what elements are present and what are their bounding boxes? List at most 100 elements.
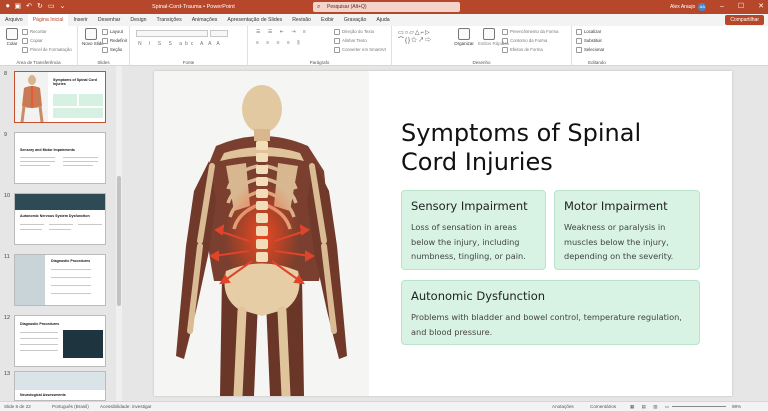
- language-indicator[interactable]: Português (Brasil): [52, 404, 89, 409]
- tab-inserir[interactable]: Inserir: [68, 14, 92, 26]
- zoom-level[interactable]: 98%: [732, 404, 741, 409]
- tab-gravacao[interactable]: Gravação: [339, 14, 372, 26]
- skeleton-image[interactable]: [154, 71, 369, 396]
- tab-pagina-inicial[interactable]: Página Inicial: [27, 13, 69, 27]
- slide-thumbnail[interactable]: Neurological Assessments: [14, 371, 106, 401]
- maximize-icon[interactable]: ☐: [738, 0, 744, 14]
- zoom-slider[interactable]: [672, 406, 726, 407]
- thumb-title: Symptoms of Spinal Cord Injuries: [53, 78, 97, 86]
- card-sensory[interactable]: Sensory Impairment Loss of sensation in …: [401, 190, 546, 270]
- thumb-line: [49, 224, 73, 225]
- comments-button[interactable]: Comentários: [590, 404, 616, 409]
- layout-button[interactable]: Layout: [102, 29, 123, 35]
- paste-button[interactable]: Colar: [4, 28, 20, 46]
- slide-number: 13: [4, 371, 11, 377]
- font-group: N I S S abc A A A Fonte: [130, 26, 248, 66]
- document-title: Spinal-Cord-Trauma • PowerPoint: [152, 4, 235, 10]
- find-icon: [576, 29, 582, 35]
- share-button[interactable]: Compartilhar: [725, 15, 764, 25]
- new-slide-button[interactable]: Novo Slide: [82, 28, 104, 46]
- search-icon: ⌕: [317, 4, 321, 10]
- scrollbar-thumb[interactable]: [117, 176, 121, 306]
- thumb-line: [51, 277, 91, 278]
- select-button[interactable]: Selecionar: [576, 47, 604, 53]
- text-direction-button[interactable]: Direção do Texto: [334, 29, 374, 35]
- user-account[interactable]: Alex Araujo AA: [670, 0, 707, 14]
- slide-counter: Slide 8 de 22: [4, 404, 31, 409]
- shape-outline-button[interactable]: Contorno da Forma: [502, 38, 547, 44]
- card-body: Loss of sensation in areas below the inj…: [411, 222, 526, 261]
- tab-transicoes[interactable]: Transições: [152, 14, 187, 26]
- copy-icon: [22, 38, 28, 44]
- autosave-icon[interactable]: ⏺: [6, 0, 10, 14]
- find-button[interactable]: Localizar: [576, 29, 601, 35]
- scissors-icon: [22, 29, 28, 35]
- layout-icon: [102, 29, 108, 35]
- font-format-buttons[interactable]: N I S S abc: [138, 41, 196, 47]
- editing-group-label: Editando: [588, 60, 606, 65]
- present-icon[interactable]: ▭: [48, 0, 55, 14]
- notes-button[interactable]: Anotações: [552, 404, 574, 409]
- tab-revisao[interactable]: Revisão: [287, 14, 316, 26]
- tab-arquivo[interactable]: Arquivo: [0, 14, 28, 26]
- thumb-image: [15, 255, 45, 305]
- search-box[interactable]: ⌕ Pesquisar (Alt+Q): [313, 2, 460, 12]
- format-painter-button[interactable]: Pincel de Formatação: [22, 47, 72, 53]
- tab-design[interactable]: Design: [125, 14, 151, 26]
- save-icon[interactable]: ▣: [15, 0, 22, 14]
- shape-fill-button[interactable]: Preenchimento da Forma: [502, 29, 558, 35]
- quick-styles-button[interactable]: Estilos Rápidos: [478, 28, 509, 46]
- arrange-button[interactable]: Organizar: [452, 28, 476, 46]
- close-icon[interactable]: ✕: [758, 0, 764, 14]
- status-bar: Slide 8 de 22 Português (Brasil) Acessib…: [0, 401, 768, 411]
- shapes-gallery[interactable]: ▭○▱△⌐▷ ⌒{}☆↗⇨: [398, 29, 450, 55]
- thumb-image: [15, 372, 105, 390]
- thumb-line: [20, 229, 42, 230]
- current-slide[interactable]: Symptoms of Spinal Cord Injuries Sensory…: [154, 71, 732, 396]
- fill-icon: [502, 29, 508, 35]
- smartart-button[interactable]: Converter em SmartArt: [334, 47, 386, 53]
- thumb-line: [51, 293, 91, 294]
- thumb-title: Diagnostic Procedures: [20, 322, 60, 326]
- thumb-line: [63, 161, 98, 162]
- copy-button[interactable]: Copiar: [22, 38, 43, 44]
- paragraph-group: ☰ ☰ ⇤ ⇥ ≡ ≡ ≡ ≡ ≡ ⫼ Direção do Texto Ali…: [248, 26, 392, 66]
- cut-button[interactable]: Recortar: [22, 29, 46, 35]
- slide-title[interactable]: Symptoms of Spinal Cord Injuries: [401, 119, 701, 177]
- slide-thumbnail[interactable]: Autonomic Nervous System Dysfunction: [14, 193, 106, 245]
- slide-thumbnail[interactable]: Diagnostic Procedures: [14, 315, 106, 367]
- tab-apresentacao[interactable]: Apresentação de Slides: [222, 14, 287, 26]
- list-buttons[interactable]: ☰ ☰ ⇤ ⇥ ≡: [256, 29, 309, 35]
- minimize-icon[interactable]: –: [720, 0, 724, 14]
- align-text-button[interactable]: Alinhar Texto: [334, 38, 367, 44]
- font-name-select[interactable]: [136, 30, 208, 37]
- tab-exibir[interactable]: Exibir: [316, 14, 339, 26]
- card-heading: Motor Impairment: [564, 199, 668, 213]
- font-size-buttons[interactable]: A A A: [200, 41, 222, 47]
- tab-desenhar[interactable]: Desenhar: [93, 14, 126, 26]
- section-icon: [102, 47, 108, 53]
- slide-thumbnail[interactable]: Diagnostic Procedures: [14, 254, 106, 306]
- replace-button[interactable]: Substituir: [576, 38, 602, 44]
- quick-styles-icon: [483, 28, 495, 40]
- font-size-select[interactable]: [210, 30, 228, 37]
- align-buttons[interactable]: ≡ ≡ ≡ ≡ ⫼: [256, 40, 303, 46]
- view-buttons[interactable]: ▦ ▤ ▥ ▭: [630, 404, 672, 410]
- tab-ajuda[interactable]: Ajuda: [371, 14, 394, 26]
- clipboard-group-label: Área de Transferência: [16, 60, 61, 65]
- card-autonomic[interactable]: Autonomic Dysfunction Problems with blad…: [401, 280, 700, 345]
- section-button[interactable]: Seção: [102, 47, 122, 53]
- shape-effects-button[interactable]: Efeitos de Forma: [502, 47, 543, 53]
- reset-button[interactable]: Redefinir: [102, 38, 127, 44]
- undo-icon[interactable]: ↶: [26, 0, 32, 14]
- slide-editor: Symptoms of Spinal Cord Injuries Sensory…: [122, 66, 768, 401]
- customize-icon[interactable]: ⌄: [60, 0, 66, 14]
- accessibility-indicator[interactable]: Acessibilidade: investigar: [100, 404, 152, 409]
- card-motor[interactable]: Motor Impairment Weakness or paralysis i…: [554, 190, 700, 270]
- thumb-image: [15, 194, 105, 210]
- window-controls: – ☐ ✕: [720, 0, 764, 14]
- redo-icon[interactable]: ↻: [37, 0, 43, 14]
- tab-animacoes[interactable]: Animações: [187, 14, 223, 26]
- slide-thumbnail[interactable]: Sensory and Motor Impairments: [14, 132, 106, 184]
- slide-thumbnail[interactable]: Symptoms of Spinal Cord Injuries: [14, 71, 106, 123]
